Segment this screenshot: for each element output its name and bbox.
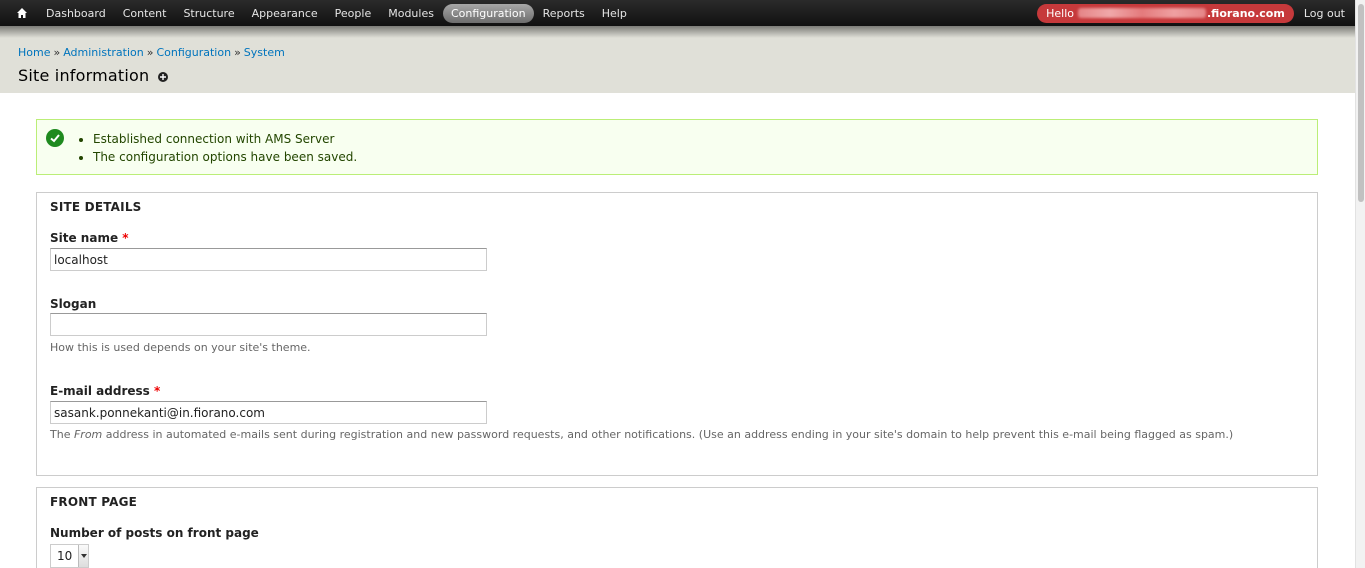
add-shortcut-icon[interactable] — [158, 72, 168, 82]
status-message: Established connection with AMS Server T… — [36, 119, 1318, 175]
toolbar-item-structure[interactable]: Structure — [175, 4, 242, 23]
breadcrumb-administration[interactable]: Administration — [63, 46, 144, 59]
toolbar-item-modules[interactable]: Modules — [380, 4, 442, 23]
site-name-label: Site name * — [50, 231, 129, 245]
check-icon — [46, 129, 64, 147]
toolbar-menu: Dashboard Content Structure Appearance P… — [38, 3, 636, 23]
toolbar-item-content[interactable]: Content — [115, 4, 175, 23]
slogan-input[interactable] — [50, 313, 487, 336]
email-description: The From address in automated e-mails se… — [50, 428, 1233, 441]
scrollbar-thumb[interactable] — [1358, 4, 1364, 202]
logout-link[interactable]: Log out — [1304, 7, 1345, 20]
home-icon[interactable] — [14, 5, 30, 21]
toolbar-item-people[interactable]: People — [327, 4, 380, 23]
posts-per-page-label: Number of posts on front page — [50, 526, 259, 540]
page-title: Site information — [18, 66, 150, 85]
front-page-legend: FRONT PAGE — [50, 495, 138, 509]
hello-prefix: Hello — [1046, 6, 1074, 20]
site-details-legend: SITE DETAILS — [50, 200, 142, 214]
breadcrumb-configuration[interactable]: Configuration — [156, 46, 231, 59]
toolbar-user-area: Hello .fiorano.com Log out — [1037, 3, 1345, 23]
toolbar-item-help[interactable]: Help — [594, 4, 635, 23]
posts-per-page-select[interactable]: 10 — [50, 544, 89, 568]
toolbar-item-dashboard[interactable]: Dashboard — [38, 4, 114, 23]
admin-toolbar: Dashboard Content Structure Appearance P… — [0, 0, 1355, 26]
status-message-list: Established connection with AMS Server T… — [83, 130, 357, 166]
toolbar-item-reports[interactable]: Reports — [535, 4, 593, 23]
hello-domain: .fiorano.com — [1206, 6, 1285, 20]
slogan-description: How this is used depends on your site's … — [50, 341, 311, 354]
posts-per-page-value: 10 — [57, 549, 73, 563]
breadcrumb-separator: » — [53, 46, 61, 59]
breadcrumb-system[interactable]: System — [244, 46, 285, 59]
email-desc-suffix: address in automated e-mails sent during… — [102, 428, 1234, 441]
blurred-username — [1077, 8, 1206, 18]
page-header: Home» Administration» Configuration» System… — [0, 26, 1355, 93]
user-account-link[interactable]: Hello .fiorano.com — [1037, 3, 1294, 23]
breadcrumb-separator: » — [146, 46, 154, 59]
required-marker: * — [154, 384, 161, 398]
toolbar-item-appearance[interactable]: Appearance — [244, 4, 326, 23]
email-label-text: E-mail address — [50, 384, 150, 398]
email-desc-prefix: The — [50, 428, 74, 441]
required-marker: * — [122, 231, 129, 245]
status-message-item: The configuration options have been save… — [93, 148, 357, 166]
email-label: E-mail address * — [50, 384, 160, 398]
breadcrumb-home[interactable]: Home — [18, 46, 50, 59]
toolbar-item-configuration[interactable]: Configuration — [442, 3, 534, 23]
dropdown-arrow-icon[interactable] — [78, 545, 88, 567]
breadcrumb: Home» Administration» Configuration» System — [18, 46, 285, 59]
slogan-label: Slogan — [50, 297, 97, 311]
site-name-label-text: Site name — [50, 231, 119, 245]
breadcrumb-separator: » — [234, 46, 241, 59]
vertical-scrollbar[interactable] — [1355, 0, 1365, 568]
site-name-input[interactable] — [50, 248, 487, 271]
email-input[interactable] — [50, 401, 487, 424]
status-message-item: Established connection with AMS Server — [93, 130, 357, 148]
email-desc-emphasis: From — [73, 428, 103, 441]
